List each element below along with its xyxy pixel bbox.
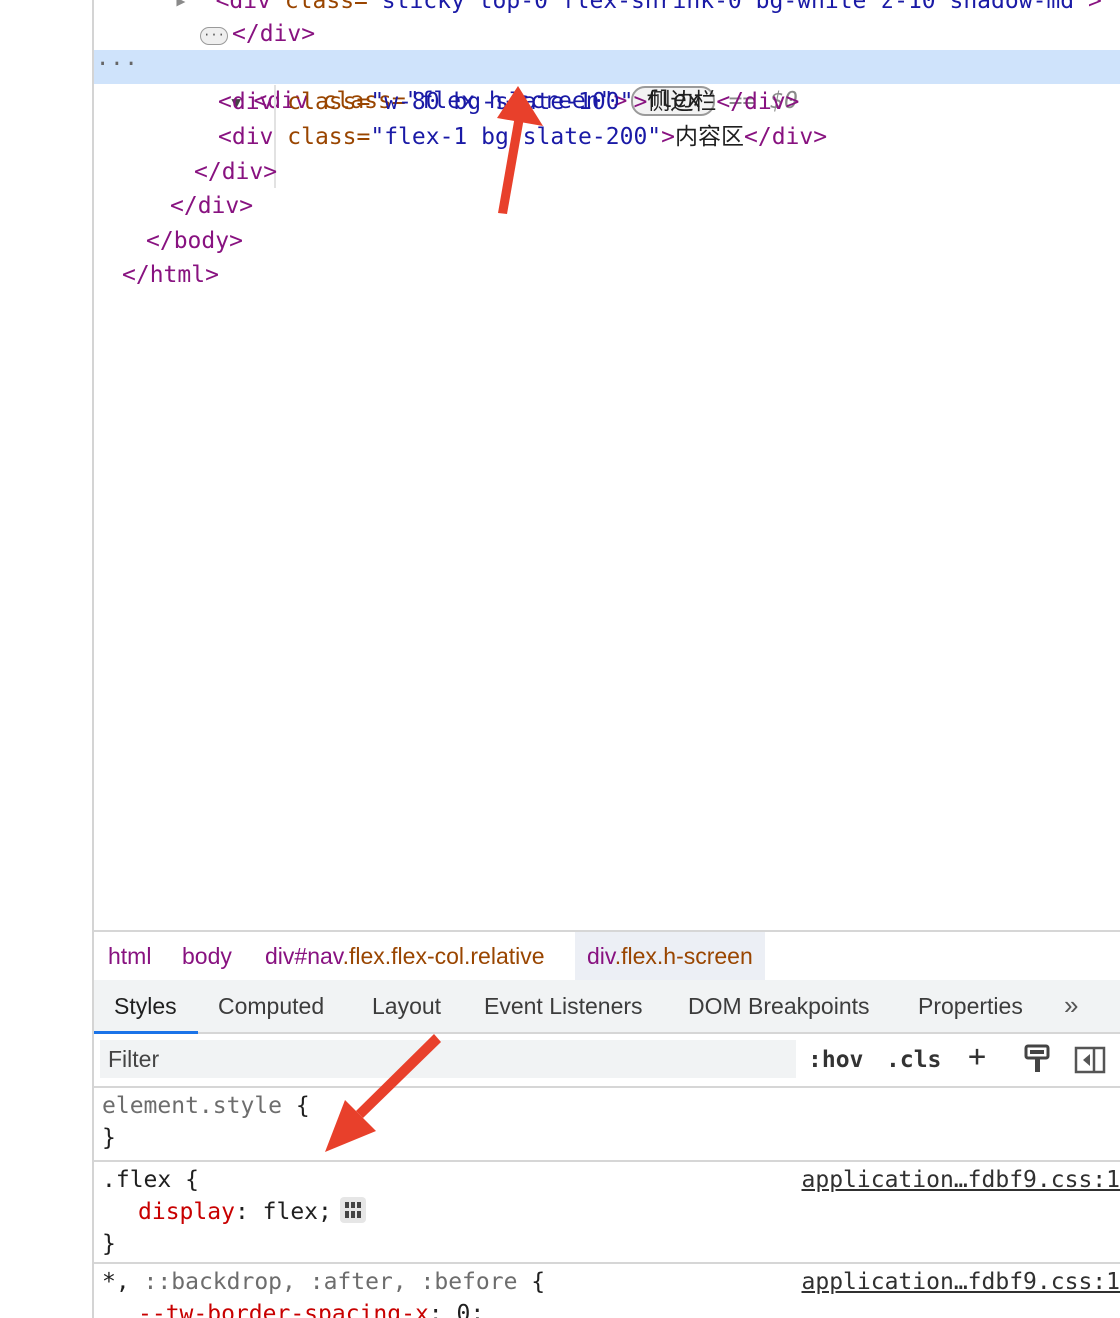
tree-line-selected-div[interactable]: ··· ▼ <div class="flex h-screen"> flex == $… xyxy=(94,50,1120,116)
tree-line-close-div-2[interactable]: </div> xyxy=(94,155,1120,189)
property-name[interactable]: display xyxy=(138,1199,235,1225)
tag-end: </div> xyxy=(716,89,800,115)
attr-name: class= xyxy=(287,89,371,115)
more-options-icon[interactable]: ··· xyxy=(96,50,138,80)
crumb-tag: body xyxy=(182,943,232,969)
tab-styles[interactable]: Styles xyxy=(114,980,177,1032)
tree-line-content-div[interactable]: <div class="flex-1 bg-slate-200">内容区</di… xyxy=(94,120,1120,154)
collapsed-ellipsis-icon[interactable]: ··· xyxy=(200,27,228,45)
breadcrumb-nav-div[interactable]: div#nav.flex.flex-col.relative xyxy=(253,932,557,980)
semicolon: ; xyxy=(470,1301,485,1318)
gutter xyxy=(0,0,92,1318)
crumb-tag: div#nav xyxy=(265,943,343,969)
elements-tree[interactable]: ▸ <div class="sticky top-0 flex-shrink-0… xyxy=(94,0,1120,930)
tag-close: </div> xyxy=(170,193,254,219)
cls-button[interactable]: .cls xyxy=(886,1040,941,1080)
tab-computed[interactable]: Computed xyxy=(218,980,324,1032)
attr-value: "sticky top-0 flex-shrink-0 bg-white z-1… xyxy=(367,0,1088,14)
source-link[interactable]: application…fdbf9.css:1 xyxy=(802,1164,1120,1196)
tab-label: Computed xyxy=(218,993,325,1019)
flexbox-editor-icon[interactable] xyxy=(339,1197,366,1223)
source-link[interactable]: application…fdbf9.css:1 xyxy=(802,1266,1120,1298)
property-value[interactable]: 0 xyxy=(457,1301,471,1318)
rule-separator xyxy=(94,1262,1120,1264)
tab-label: Layout xyxy=(372,993,442,1019)
more-tabs-icon[interactable]: » xyxy=(1064,980,1078,1030)
breadcrumb-current-div[interactable]: div.flex.h-screen xyxy=(575,932,765,980)
toggle-sidebar-icon[interactable] xyxy=(1072,1042,1108,1078)
tree-line-close-div[interactable]: ··· </div> xyxy=(94,17,1120,51)
tree-line-close-body[interactable]: </body> xyxy=(94,224,1120,258)
tag-open: <div xyxy=(218,89,288,115)
tab-label: Event Listeners xyxy=(484,993,643,1019)
tab-label: Styles xyxy=(114,993,177,1019)
tag-close: </body> xyxy=(146,228,243,254)
breadcrumb-html[interactable]: html xyxy=(96,932,163,980)
crumb-tag: div xyxy=(587,943,615,969)
tree-line-close-div-3[interactable]: </div> xyxy=(94,189,1120,223)
tab-layout[interactable]: Layout xyxy=(372,980,441,1032)
brace-open: { xyxy=(517,1269,546,1295)
tree-line-close-html[interactable]: </html> xyxy=(94,258,1120,292)
styles-toolbar: :hov .cls + xyxy=(94,1034,1120,1088)
tag-close: > xyxy=(661,124,675,150)
new-style-rule-button[interactable]: + xyxy=(968,1037,986,1077)
brace-open: { xyxy=(171,1167,199,1193)
tag-close: </div> xyxy=(232,21,316,47)
tag-close: </div> xyxy=(194,159,278,185)
property-value[interactable]: flex xyxy=(263,1199,318,1225)
brace-close: } xyxy=(102,1125,116,1151)
property-name[interactable]: --tw-border-spacing-x xyxy=(138,1301,429,1318)
semicolon: ; xyxy=(318,1199,332,1225)
styles-pane: element.style { } .flex { application…fd… xyxy=(94,1088,1120,1318)
paint-format-icon[interactable] xyxy=(1020,1042,1056,1078)
colon: : xyxy=(428,1301,457,1318)
tab-label: Properties xyxy=(918,993,1023,1019)
filter-input[interactable] xyxy=(100,1040,796,1078)
tab-label: DOM Breakpoints xyxy=(688,993,870,1019)
crumb-classes: .flex.flex-col.relative xyxy=(342,943,545,969)
attr-value: "w-80 bg-slate-100" xyxy=(370,89,634,115)
node-text: 侧边栏 xyxy=(647,89,717,115)
tree-line-sidebar-div[interactable]: <div class="w-80 bg-slate-100">侧边栏</div> xyxy=(94,85,1120,119)
attr-name: class= xyxy=(284,0,368,14)
tab-dom-breakpoints[interactable]: DOM Breakpoints xyxy=(688,980,870,1032)
node-text: 内容区 xyxy=(675,124,744,150)
tag-open: <div xyxy=(218,124,288,150)
rule-separator xyxy=(94,1160,1120,1162)
brace-open: { xyxy=(282,1093,310,1119)
brace-close: } xyxy=(102,1231,116,1257)
breadcrumb: html body div#nav.flex.flex-col.relative… xyxy=(94,930,1120,982)
tag-close: </html> xyxy=(122,262,219,288)
rule-selector-rest[interactable]: ::backdrop, :after, :before xyxy=(130,1269,518,1295)
tag-close: > xyxy=(633,89,648,115)
rule-selector[interactable]: *, xyxy=(102,1269,130,1295)
attr-value: "flex-1 bg-slate-200" xyxy=(370,124,662,150)
hov-button[interactable]: :hov xyxy=(808,1040,863,1080)
crumb-classes: .flex.h-screen xyxy=(614,943,753,969)
tab-event-listeners[interactable]: Event Listeners xyxy=(484,980,643,1032)
tag-close: > xyxy=(1087,0,1102,14)
breadcrumb-body[interactable]: body xyxy=(170,932,244,980)
crumb-tag: html xyxy=(108,943,152,969)
attr-name: class= xyxy=(287,124,371,150)
rule-selector[interactable]: .flex xyxy=(102,1167,171,1193)
tag-end: </div> xyxy=(744,124,828,150)
tag-open: <div xyxy=(215,0,285,14)
colon: : xyxy=(234,1199,263,1225)
tree-line-sticky-div[interactable]: ▸ <div class="sticky top-0 flex-shrink-0… xyxy=(94,0,1120,18)
rule-selector[interactable]: element.style xyxy=(102,1093,282,1119)
sidebar-tabs: Styles Computed Layout Event Listeners D… xyxy=(94,980,1120,1034)
tab-properties[interactable]: Properties xyxy=(918,980,1023,1032)
